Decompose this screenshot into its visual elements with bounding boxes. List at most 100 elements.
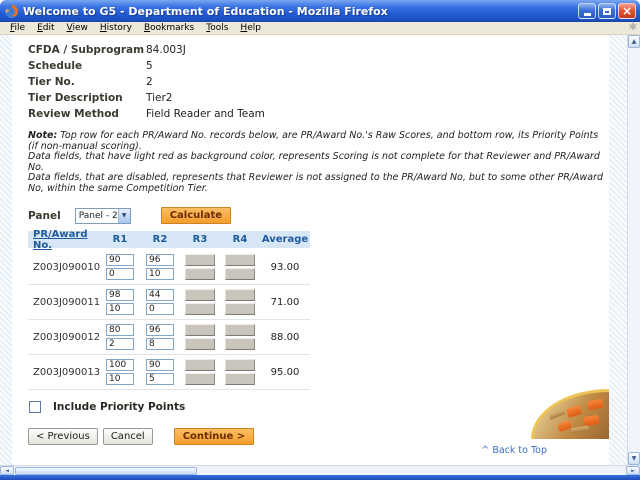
award-number: Z003J090011 bbox=[33, 296, 101, 308]
disabled-score-field bbox=[185, 254, 215, 266]
r1-raw-score-input[interactable] bbox=[106, 359, 134, 371]
average-score: 93.00 bbox=[270, 261, 300, 273]
r1-priority-points-input[interactable] bbox=[106, 338, 134, 350]
disabled-score-field bbox=[185, 289, 215, 301]
disabled-score-field bbox=[185, 324, 215, 336]
r2-raw-score-input[interactable] bbox=[146, 254, 174, 266]
detail-row-tier-desc: Tier Description Tier2 bbox=[28, 90, 609, 106]
back-to-top-row: ^ Back to Top bbox=[12, 445, 609, 456]
panel-select[interactable]: Panel - 2 ▼ bbox=[74, 207, 131, 224]
horizontal-scroll-thumb[interactable] bbox=[15, 466, 197, 475]
disabled-score-field bbox=[185, 373, 215, 385]
detail-label: Schedule bbox=[28, 60, 83, 72]
column-header-r1: R1 bbox=[112, 234, 128, 245]
r1-scores bbox=[100, 254, 140, 280]
column-header-award-link[interactable]: PR/Award No. bbox=[28, 229, 100, 251]
disabled-score-field bbox=[185, 303, 215, 315]
disabled-score-field bbox=[225, 268, 255, 280]
column-header-r2: R2 bbox=[152, 234, 168, 245]
scroll-up-icon[interactable]: ▲ bbox=[628, 35, 640, 48]
menu-tools[interactable]: Tools bbox=[200, 23, 234, 33]
column-header-r4: R4 bbox=[232, 234, 248, 245]
score-table-header: PR/Award No. R1 R2 R3 R4 Average bbox=[28, 229, 310, 251]
r2-priority-points-input[interactable] bbox=[146, 338, 174, 350]
menu-bookmarks[interactable]: Bookmarks bbox=[138, 23, 200, 33]
r4-scores-disabled bbox=[220, 254, 260, 280]
menu-file[interactable]: File bbox=[4, 23, 31, 33]
detail-label: CFDA / Subprogram bbox=[28, 44, 145, 56]
disabled-score-field bbox=[225, 324, 255, 336]
chair-shape bbox=[565, 405, 583, 418]
page-viewport: CFDA / Subprogram 84.003J Schedule 5 Tie… bbox=[0, 35, 640, 465]
disabled-score-field bbox=[225, 359, 255, 371]
disabled-score-field bbox=[185, 268, 215, 280]
close-icon: × bbox=[621, 3, 633, 18]
average-score: 71.00 bbox=[270, 296, 300, 308]
r1-priority-points-input[interactable] bbox=[106, 268, 134, 280]
table-row: Z003J090010 93.00 bbox=[28, 250, 310, 285]
horizontal-scrollbar[interactable]: ◄ ► bbox=[0, 465, 640, 475]
note-line-2: Data fields, that have light red as back… bbox=[28, 151, 600, 173]
scroll-down-icon[interactable]: ▼ bbox=[628, 452, 640, 465]
r1-priority-points-input[interactable] bbox=[106, 373, 134, 385]
r2-raw-score-input[interactable] bbox=[146, 289, 174, 301]
disabled-score-field bbox=[225, 303, 255, 315]
r4-scores-disabled bbox=[220, 359, 260, 385]
r2-priority-points-input[interactable] bbox=[146, 373, 174, 385]
detail-row-review-method: Review Method Field Reader and Team bbox=[28, 106, 609, 122]
award-number: Z003J090013 bbox=[33, 366, 101, 378]
r3-scores-disabled bbox=[180, 324, 220, 350]
menu-view[interactable]: View bbox=[61, 23, 94, 33]
table-row: Z003J090013 95.00 bbox=[28, 355, 310, 390]
action-buttons: < Previous Cancel Continue > bbox=[28, 428, 609, 445]
minimize-icon bbox=[583, 13, 591, 16]
calculate-button[interactable]: Calculate bbox=[160, 207, 232, 224]
menu-history[interactable]: History bbox=[94, 23, 138, 33]
close-button[interactable]: × bbox=[618, 3, 636, 19]
firefox-icon bbox=[4, 4, 19, 18]
vertical-scrollbar[interactable]: ▲ ▼ bbox=[627, 35, 640, 465]
disabled-score-field bbox=[225, 254, 255, 266]
maximize-button[interactable] bbox=[598, 3, 616, 19]
r1-raw-score-input[interactable] bbox=[106, 254, 134, 266]
r2-raw-score-input[interactable] bbox=[146, 324, 174, 336]
note-line-1: Top row for each PR/Award No. records be… bbox=[28, 130, 599, 152]
r2-priority-points-input[interactable] bbox=[146, 303, 174, 315]
chevron-down-icon[interactable]: ▼ bbox=[117, 208, 130, 223]
table-row: Z003J090011 71.00 bbox=[28, 285, 310, 320]
column-header-average: Average bbox=[261, 234, 309, 245]
back-to-top-link[interactable]: ^ Back to Top bbox=[481, 445, 547, 456]
chair-shape bbox=[583, 415, 600, 426]
average-score: 88.00 bbox=[270, 331, 300, 343]
scroll-right-icon[interactable]: ► bbox=[626, 466, 640, 475]
r2-raw-score-input[interactable] bbox=[146, 359, 174, 371]
detail-value: Field Reader and Team bbox=[146, 108, 265, 120]
minimize-button[interactable] bbox=[578, 3, 596, 19]
chair-shape bbox=[557, 420, 572, 432]
window-title: Welcome to G5 - Department of Education … bbox=[23, 4, 388, 18]
r1-scores bbox=[100, 324, 140, 350]
r2-priority-points-input[interactable] bbox=[146, 268, 174, 280]
detail-value: 84.003J bbox=[146, 44, 186, 56]
cancel-button[interactable]: Cancel bbox=[102, 428, 153, 445]
r1-raw-score-input[interactable] bbox=[106, 289, 134, 301]
maximize-icon bbox=[603, 7, 611, 15]
include-priority-checkbox[interactable] bbox=[29, 401, 41, 413]
r1-raw-score-input[interactable] bbox=[106, 324, 134, 336]
r1-scores bbox=[100, 359, 140, 385]
menu-help[interactable]: Help bbox=[234, 23, 267, 33]
r1-priority-points-input[interactable] bbox=[106, 303, 134, 315]
previous-button[interactable]: < Previous bbox=[28, 428, 98, 445]
note-text: Note: Top row for each PR/Award No. reco… bbox=[28, 130, 609, 194]
panel-controls: Panel Panel - 2 ▼ Calculate bbox=[28, 207, 609, 224]
disabled-score-field bbox=[225, 289, 255, 301]
menu-edit[interactable]: Edit bbox=[31, 23, 60, 33]
menubar: File Edit View History Bookmarks Tools H… bbox=[0, 22, 640, 35]
include-priority-row: Include Priority Points bbox=[29, 401, 609, 413]
continue-button[interactable]: Continue > bbox=[173, 428, 255, 445]
note-prefix: Note: bbox=[28, 130, 58, 141]
scroll-left-icon[interactable]: ◄ bbox=[0, 466, 14, 475]
disabled-score-field bbox=[225, 373, 255, 385]
disabled-score-field bbox=[225, 338, 255, 350]
titlebar[interactable]: Welcome to G5 - Department of Education … bbox=[0, 0, 640, 22]
